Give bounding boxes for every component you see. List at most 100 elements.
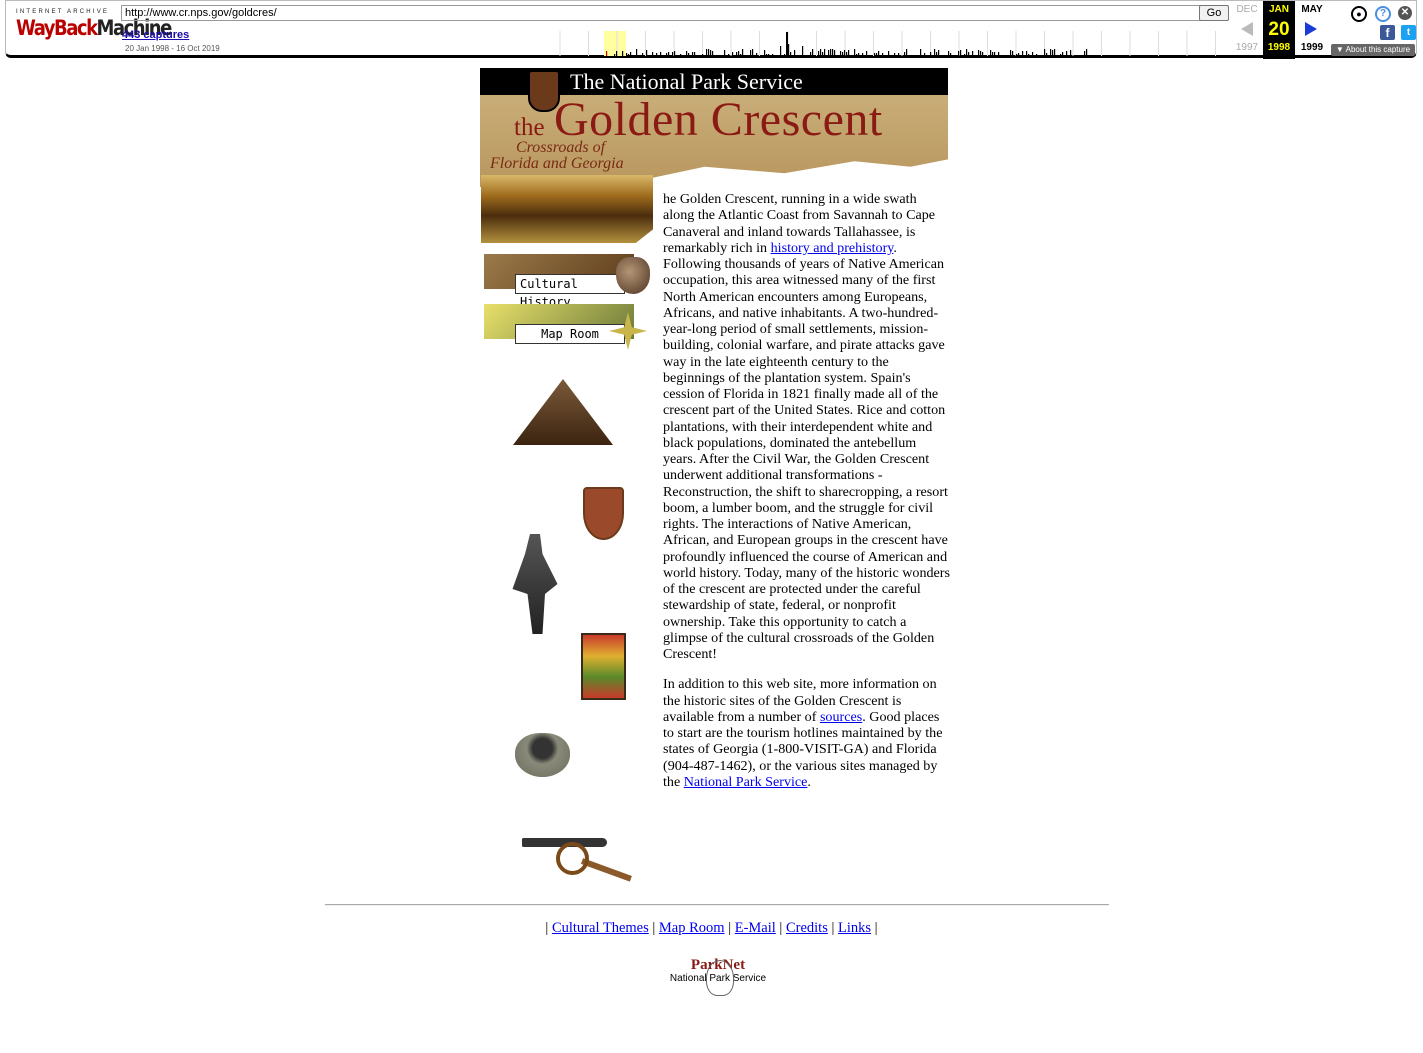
capture-bar <box>848 50 850 56</box>
pottery-jar-icon <box>616 257 650 294</box>
capture-bar <box>1054 49 1056 56</box>
capture-bar <box>1044 49 1046 56</box>
prev-capture-arrow-icon[interactable] <box>1241 22 1253 36</box>
capture-bar <box>788 44 790 56</box>
parknet-logo[interactable]: ParkNet National Park Service <box>666 957 770 996</box>
sources-link[interactable]: sources <box>820 709 862 725</box>
next-capture-arrow-icon[interactable] <box>1305 22 1317 36</box>
close-icon[interactable]: ✕ <box>1398 6 1412 20</box>
capture-bar <box>668 52 670 56</box>
footer-link-links[interactable]: Links <box>838 920 871 936</box>
capture-bar <box>966 49 968 56</box>
capture-bar <box>706 49 708 56</box>
footer-divider <box>325 904 1109 906</box>
capture-bar <box>822 52 824 56</box>
capture-bar <box>990 50 992 56</box>
capture-bar <box>876 53 878 56</box>
capture-bar <box>1060 54 1062 56</box>
prev-month-column[interactable]: DEC 1997 <box>1231 1 1263 59</box>
capture-bar <box>904 52 906 56</box>
fort-image <box>513 379 613 445</box>
capture-bar <box>724 50 726 56</box>
capture-bar <box>772 54 774 56</box>
capture-bar <box>858 53 860 56</box>
twitter-icon[interactable]: t <box>1401 25 1416 40</box>
capture-bar <box>934 49 936 56</box>
capture-bar <box>606 51 608 56</box>
capture-bar <box>958 51 960 56</box>
history-prehistory-link[interactable]: history and prehistory <box>771 240 894 256</box>
map-room-label: Map Room <box>515 324 625 344</box>
capture-bar <box>930 52 932 56</box>
capture-bar <box>1066 51 1068 56</box>
capture-bar <box>1022 51 1024 56</box>
capture-bar <box>960 50 962 56</box>
go-button[interactable]: Go <box>1199 5 1229 21</box>
capture-bar <box>692 52 694 56</box>
user-icon[interactable]: ● <box>1351 6 1367 22</box>
about-capture-button[interactable]: ▼ About this capture <box>1331 44 1415 56</box>
footer-link-map-room[interactable]: Map Room <box>659 920 725 936</box>
footer-link-credits[interactable]: Credits <box>786 920 828 936</box>
cannon-image <box>522 832 634 882</box>
capture-bar <box>686 51 688 56</box>
capture-bar <box>832 49 834 56</box>
capture-bar <box>688 53 690 56</box>
wayback-logo[interactable]: INTERNET ARCHIVE WayBackMachine <box>16 9 172 41</box>
capture-bar <box>1070 50 1072 56</box>
capture-bar <box>854 49 856 56</box>
intro-paragraph-1: he Golden Crescent, running in a wide sw… <box>663 191 950 662</box>
wayback-toolbar: INTERNET ARCHIVE WayBackMachine http://w… <box>5 0 1417 59</box>
coat-of-arms-image <box>583 487 624 540</box>
capture-bar <box>702 54 704 56</box>
capture-bar <box>830 49 832 56</box>
capture-bar <box>780 46 782 56</box>
facebook-icon[interactable]: f <box>1380 25 1395 40</box>
current-day-label: 20 <box>1268 19 1290 40</box>
footer-link-email[interactable]: E-Mail <box>735 920 776 936</box>
capture-bar <box>768 54 770 56</box>
capture-bar <box>1052 50 1054 56</box>
capture-bar <box>736 52 738 56</box>
capture-bar <box>794 50 796 56</box>
capture-bar <box>784 54 786 56</box>
capture-bar <box>680 54 682 56</box>
capture-bar <box>1012 51 1014 56</box>
capture-bar <box>950 53 952 56</box>
capture-bar <box>742 49 744 56</box>
footer-link-cultural-themes[interactable]: Cultural Themes <box>552 920 649 936</box>
capture-bar <box>992 52 994 56</box>
capture-bar <box>614 54 616 56</box>
capture-bar <box>712 51 714 56</box>
capture-bar <box>998 52 1000 56</box>
capture-bar <box>616 51 618 56</box>
intro-text: he Golden Crescent, running in a wide sw… <box>663 191 951 790</box>
capture-bar <box>1028 54 1030 56</box>
capture-bar <box>844 50 846 56</box>
capture-bar <box>1016 54 1018 56</box>
help-icon[interactable]: ? <box>1375 6 1391 22</box>
capture-sparkline[interactable] <box>554 27 1234 56</box>
capture-bar <box>812 49 814 56</box>
capture-range: 20 Jan 1998 - 16 Oct 2019 <box>125 44 220 53</box>
url-input[interactable]: http://www.cr.nps.gov/goldcres/ <box>121 5 1201 21</box>
logo-ia-text: INTERNET ARCHIVE <box>16 9 110 15</box>
capture-bar <box>646 50 648 56</box>
capture-bar <box>642 53 644 56</box>
capture-bar <box>964 54 966 56</box>
capture-bar <box>740 54 742 56</box>
capture-bar <box>708 49 710 56</box>
next-month-column[interactable]: MAY 1999 <box>1295 1 1329 59</box>
capture-bar <box>1084 51 1086 56</box>
marsh-landscape-image <box>481 175 653 243</box>
nps-link[interactable]: National Park Service <box>684 774 808 790</box>
capture-bar <box>818 51 820 56</box>
capture-bar <box>732 52 734 56</box>
capture-bar <box>888 51 890 56</box>
capture-bar <box>802 46 804 56</box>
captures-link[interactable]: 443 captures <box>122 29 189 41</box>
capture-bar <box>750 50 752 56</box>
next-month-label: MAY <box>1301 4 1323 15</box>
capture-bar <box>968 52 970 56</box>
capture-bar <box>980 51 982 56</box>
